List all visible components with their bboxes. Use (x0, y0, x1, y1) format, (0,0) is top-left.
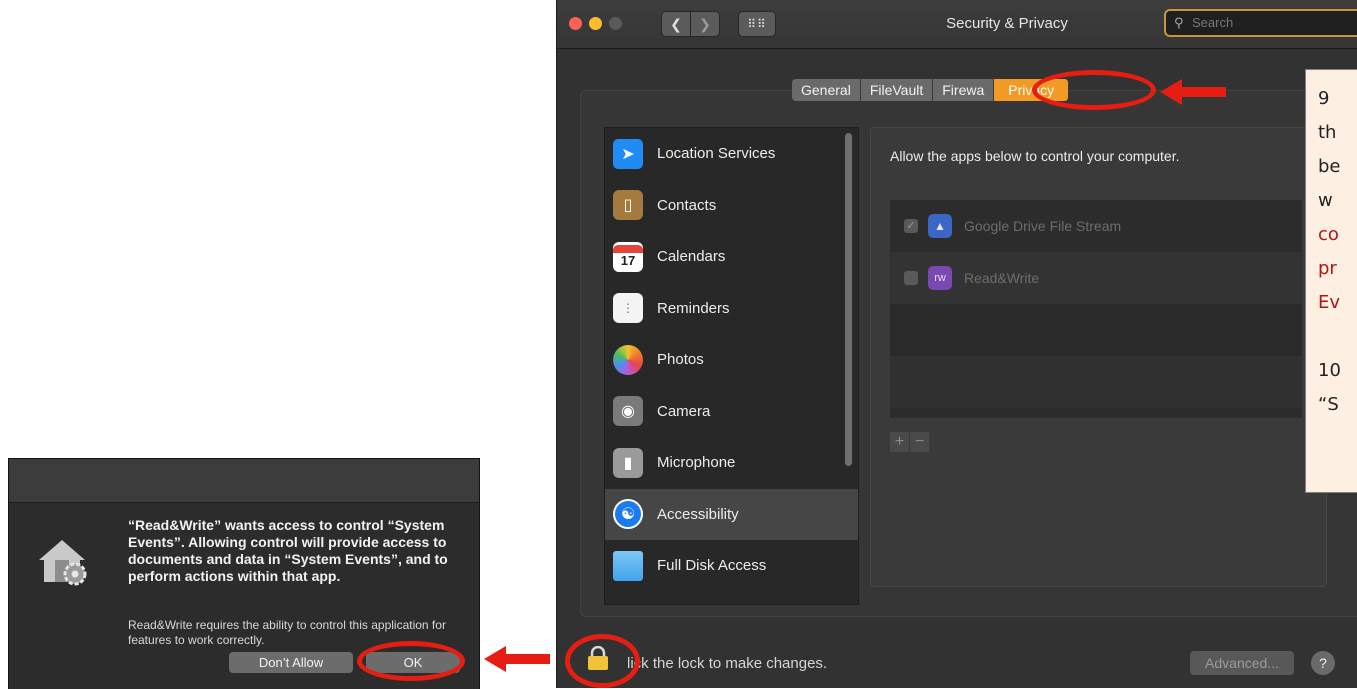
dialog-title-bar (9, 459, 479, 503)
app-checkbox[interactable]: ✓ (904, 219, 918, 233)
microphone-icon: ▮ (613, 447, 643, 478)
sidebar-item-full-disk-access[interactable]: Full Disk Access (605, 540, 858, 592)
dont-allow-button[interactable]: Don’t Allow (229, 652, 353, 673)
list-item[interactable]: rw Read&Write (890, 252, 1302, 304)
accessibility-icon: ☯ (613, 499, 643, 530)
search-field[interactable]: ⚲ (1164, 9, 1357, 37)
minimize-window-button[interactable] (589, 17, 602, 30)
title-bar: ❮ ❯ ⠿⠿ Security & Privacy ⚲ (557, 0, 1357, 49)
reminders-list-icon: ⋮ (613, 293, 643, 324)
back-button[interactable]: ❮ (661, 11, 691, 37)
lock-instruction: lick the lock to make changes. (627, 655, 828, 672)
dialog-heading: “Read&Write” wants access to control “Sy… (128, 517, 448, 584)
tab-general[interactable]: General (792, 79, 861, 101)
camera-icon: ◉ (613, 396, 643, 427)
close-window-button[interactable] (569, 17, 582, 30)
calendar-icon: 17 (613, 241, 643, 272)
photos-flower-icon (613, 344, 643, 375)
ok-button-highlight (357, 641, 465, 681)
app-checkbox[interactable] (904, 271, 918, 285)
chevron-right-icon: ❯ (699, 16, 711, 32)
callout-line: “S (1318, 394, 1339, 415)
sidebar-item-label: Location Services (657, 145, 776, 163)
location-arrow-icon: ➤ (613, 138, 643, 169)
contacts-book-icon: ▯ (613, 190, 643, 221)
sidebar-item-accessibility[interactable]: ☯ Accessibility (605, 488, 858, 540)
sidebar-item-reminders[interactable]: ⋮ Reminders (605, 283, 858, 335)
sidebar-item-calendars[interactable]: 17 Calendars (605, 231, 858, 283)
sidebar-item-label: Reminders (657, 299, 730, 317)
callout-line: w (1318, 190, 1333, 211)
tab-filevault[interactable]: FileVault (860, 79, 934, 101)
callout-line: 10 (1318, 360, 1341, 381)
list-item[interactable]: ✓ ▲ Google Drive File Stream (890, 200, 1302, 252)
sidebar-item-label: Full Disk Access (657, 557, 767, 575)
lock-highlight (565, 634, 640, 688)
arrow-left-icon (1160, 79, 1226, 105)
sidebar-item-location-services[interactable]: ➤ Location Services (605, 128, 858, 180)
search-input[interactable] (1190, 14, 1354, 31)
callout-line: be (1318, 156, 1341, 177)
sidebar-item-microphone[interactable]: ▮ Microphone (605, 437, 858, 489)
empty-row (890, 304, 1302, 356)
add-remove-controls: + − (890, 432, 930, 452)
sidebar-item-label: Microphone (657, 454, 736, 472)
add-app-button[interactable]: + (890, 432, 910, 452)
sidebar-item-contacts[interactable]: ▯ Contacts (605, 180, 858, 232)
chevron-left-icon: ❮ (670, 16, 682, 32)
google-drive-icon: ▲ (928, 214, 952, 238)
sidebar-scrollbar[interactable] (845, 133, 852, 466)
read-write-icon: rw (928, 266, 952, 290)
sidebar-item-photos[interactable]: Photos (605, 334, 858, 386)
tab-bar: General FileVault Firewa Privacy (792, 79, 1070, 101)
search-icon: ⚲ (1174, 15, 1184, 30)
privacy-category-list: ➤ Location Services ▯ Contacts 17 Calend… (604, 127, 859, 605)
security-privacy-window: ❮ ❯ ⠿⠿ Security & Privacy ⚲ General File… (557, 0, 1357, 688)
sidebar-item-label: Photos (657, 351, 704, 369)
remove-app-button[interactable]: − (910, 432, 930, 452)
sidebar-item-label: Calendars (657, 248, 726, 266)
app-name: Google Drive File Stream (964, 218, 1122, 234)
zoom-window-button[interactable] (609, 17, 622, 30)
help-button[interactable]: ? (1311, 651, 1335, 675)
instruction-callout: 9 th be w co pr Ev 10 “S (1305, 69, 1357, 493)
empty-row (890, 356, 1302, 408)
privacy-tab-highlight (1032, 70, 1156, 110)
sidebar-item-label: Contacts (657, 196, 717, 214)
window-title: Security & Privacy (946, 15, 1068, 32)
folder-icon (613, 550, 643, 581)
panel-heading: Allow the apps below to control your com… (890, 148, 1180, 164)
sidebar-item-camera[interactable]: ◉ Camera (605, 386, 858, 438)
tab-firewall[interactable]: Firewa (933, 79, 995, 101)
forward-button[interactable]: ❯ (690, 11, 720, 37)
sidebar-item-label: Camera (657, 402, 711, 420)
show-all-button[interactable]: ⠿⠿ (738, 11, 776, 37)
sidebar-item-label: Accessibility (657, 505, 739, 523)
app-name: Read&Write (964, 270, 1040, 286)
callout-line: th (1318, 122, 1337, 143)
arrow-left-icon (484, 646, 550, 672)
grid-icon: ⠿⠿ (747, 17, 767, 31)
callout-line-highlight: pr (1318, 258, 1337, 279)
advanced-button[interactable]: Advanced... (1190, 651, 1294, 675)
callout-line-highlight: Ev (1318, 292, 1341, 313)
callout-line: 9 (1318, 88, 1330, 109)
apps-list: ✓ ▲ Google Drive File Stream rw Read&Wri… (890, 200, 1302, 418)
security-gear-house-icon (39, 540, 87, 586)
callout-line-highlight: co (1318, 224, 1339, 245)
